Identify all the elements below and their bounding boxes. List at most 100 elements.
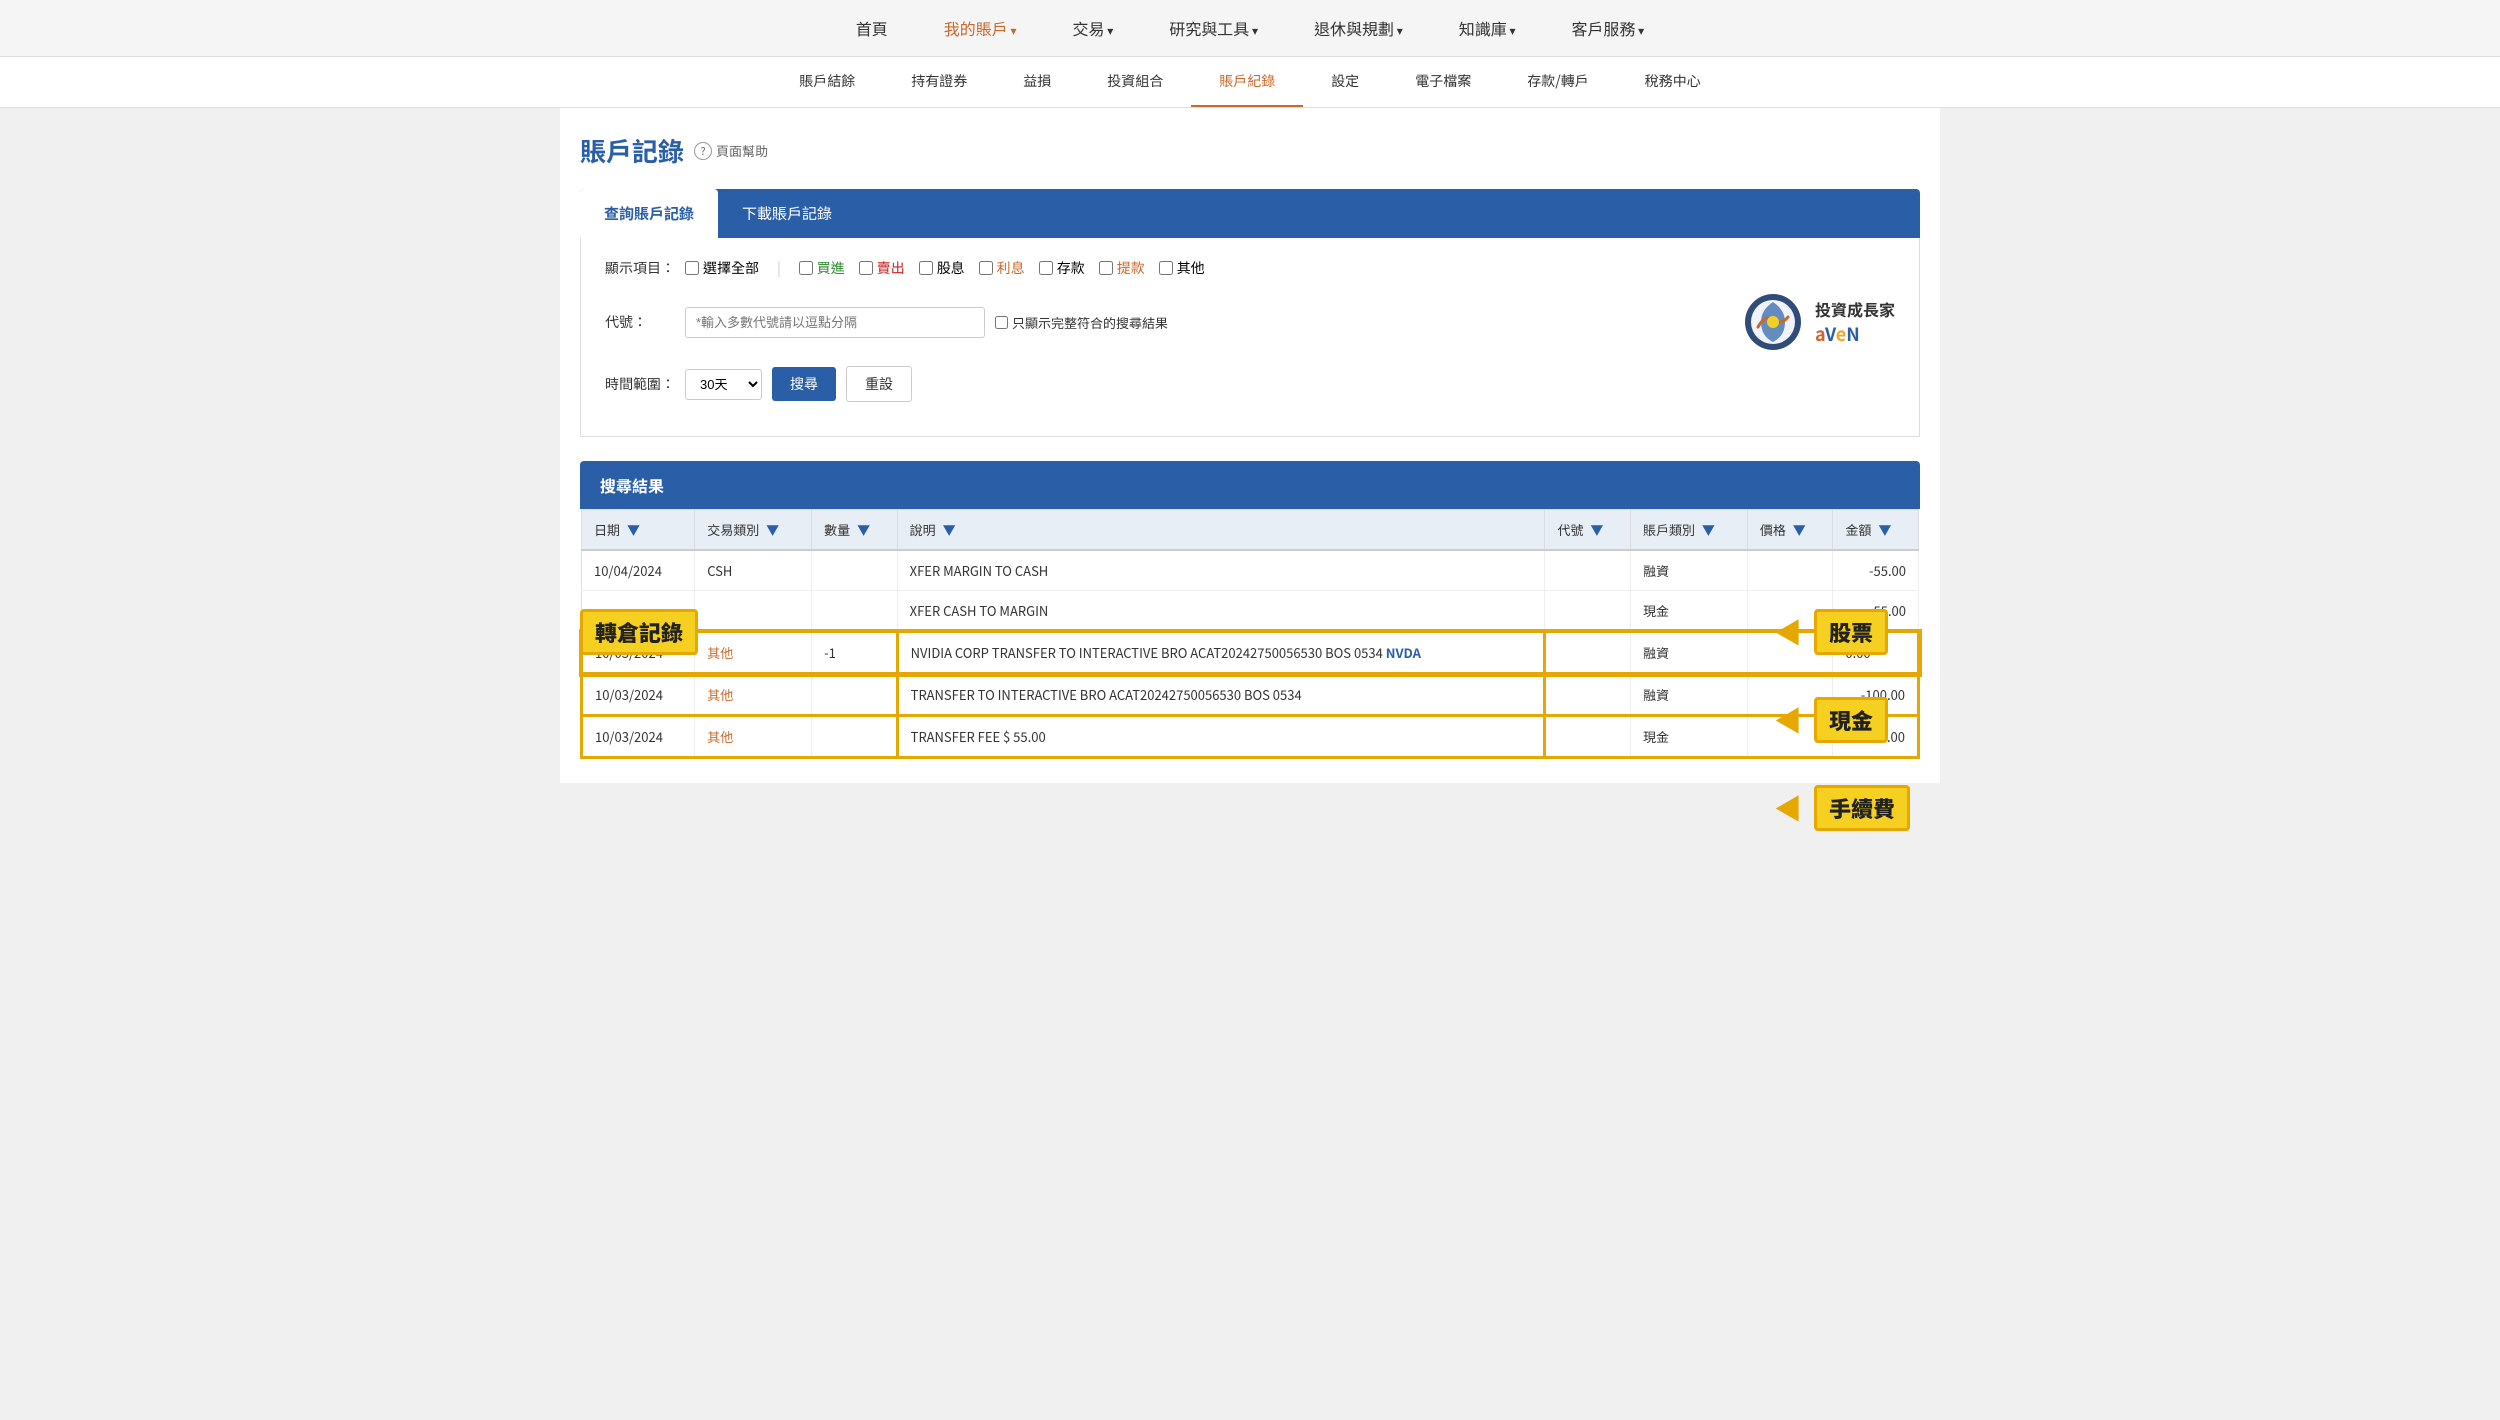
td-price [1747,550,1833,591]
table-row: 10/03/2024 其他 -1 NVIDIA CORP TRANSFER TO… [582,632,1919,674]
subnav-edocs[interactable]: 電子檔案 [1387,57,1499,105]
cb-interest-input[interactable] [979,261,993,275]
top-navigation: 首頁 我的賬戶 交易 研究與工具 退休與規劃 知識庫 客戶服務 [0,0,2500,57]
cb-buy-input[interactable] [799,261,813,275]
ann-fee-row: ◀ 手續費 [1774,785,1910,831]
help-icon[interactable]: ? [694,142,712,160]
exact-match-input[interactable] [995,316,1008,329]
sort-price-icon[interactable]: ▼ [1793,520,1806,539]
ann-stock-row: ◀ 股票 [1774,609,1910,655]
th-date[interactable]: 日期 ▼ [582,510,695,551]
th-date-label: 日期 [594,520,620,539]
cb-dividend-label: 股息 [937,258,965,278]
subnav-history[interactable]: 賬戶紀錄 [1191,57,1303,107]
subnav-settings[interactable]: 設定 [1303,57,1387,105]
cb-other-input[interactable] [1159,261,1173,275]
nav-myaccount[interactable]: 我的賬戶 [916,0,1045,56]
td-ticker [1545,632,1631,674]
th-type[interactable]: 交易類別 ▼ [695,510,812,551]
cb-buy[interactable]: 買進 [799,258,845,278]
cb-deposit[interactable]: 存款 [1039,258,1085,278]
subnav-portfolio[interactable]: 投資組合 [1079,57,1191,105]
ticker-input[interactable] [685,307,985,338]
time-select[interactable]: 30天 60天 90天 180天 1年 [685,369,762,400]
subnav-gainloss[interactable]: 益損 [995,57,1079,105]
ann-cash-row: ◀ 現金 [1774,697,1910,743]
th-ticker[interactable]: 代號 ▼ [1545,510,1631,551]
th-actype[interactable]: 賬戶類別 ▼ [1630,510,1747,551]
tab-panel: 查詢賬戶記錄 下載賬戶記錄 [580,189,1920,238]
nav-home[interactable]: 首頁 [828,0,916,56]
search-button[interactable]: 搜尋 [772,367,836,401]
th-actype-label: 賬戶類別 [1643,520,1695,539]
logo-area: 投資成長家 aVeN [1743,292,1895,352]
cb-deposit-input[interactable] [1039,261,1053,275]
cb-sell-label: 賣出 [877,258,905,278]
nav-retirement[interactable]: 退休與規劃 [1286,0,1431,56]
subnav-holdings[interactable]: 持有證券 [883,57,995,105]
cb-withdraw-input[interactable] [1099,261,1113,275]
subnav-tax[interactable]: 稅務中心 [1617,57,1729,105]
cb-withdraw[interactable]: 提款 [1099,258,1145,278]
td-desc: TRANSFER TO INTERACTIVE BRO ACAT20242750… [897,674,1545,716]
th-amount-label: 金額 [1845,520,1871,539]
table-row: 10/04/2024 CSH XFER MARGIN TO CASH 融資 -5… [582,550,1919,591]
cb-dividend-input[interactable] [919,261,933,275]
exact-match-checkbox[interactable]: 只顯示完整符合的搜尋結果 [995,313,1168,332]
tab-query[interactable]: 查詢賬戶記錄 [580,189,718,238]
td-type [695,591,812,632]
cb-dividend[interactable]: 股息 [919,258,965,278]
sort-type-icon[interactable]: ▼ [766,520,779,539]
td-desc-text: NVIDIA CORP TRANSFER TO INTERACTIVE BRO … [911,643,1383,662]
subnav-transfer[interactable]: 存款/轉戶 [1499,57,1617,105]
td-ticker [1545,716,1631,758]
th-price[interactable]: 價格 ▼ [1747,510,1833,551]
page-title: 賬戶記錄 [580,132,684,169]
cb-sell-input[interactable] [859,261,873,275]
sort-qty-icon[interactable]: ▼ [857,520,870,539]
cb-all-input[interactable] [685,261,699,275]
cb-other[interactable]: 其他 [1159,258,1205,278]
cb-all[interactable]: 選擇全部 [685,258,759,278]
td-type: 其他 [695,674,812,716]
display-filter-row: 顯示項目： 選擇全部 | 買進 賣出 股息 [605,258,1895,278]
nav-trade[interactable]: 交易 [1045,0,1142,56]
results-title: 搜尋結果 [600,473,1900,497]
td-actype: 融資 [1630,632,1747,674]
th-ticker-label: 代號 [1557,520,1583,539]
nav-research[interactable]: 研究與工具 [1141,0,1286,56]
td-type: 其他 [695,632,812,674]
ann-transfer-block: 轉倉記錄 [580,609,698,655]
ticker-filter-row: 代號： 只顯示完整符合的搜尋結果 投資成長家 aVeN [605,292,1895,352]
sort-ticker-icon[interactable]: ▼ [1590,520,1603,539]
subnav-balance[interactable]: 賬戶結餘 [771,57,883,105]
sort-date-icon[interactable]: ▼ [627,520,640,539]
sort-actype-icon[interactable]: ▼ [1702,520,1715,539]
cb-interest[interactable]: 利息 [979,258,1025,278]
nav-knowledge[interactable]: 知識庫 [1431,0,1544,56]
table-header-row: 日期 ▼ 交易類別 ▼ 數量 ▼ 說明 ▼ [582,510,1919,551]
td-ticker [1545,591,1631,632]
sort-amount-icon[interactable]: ▼ [1878,520,1891,539]
ann-cash-arrow: ◀ [1774,706,1802,734]
nav-service[interactable]: 客戶服務 [1543,0,1672,56]
time-label: 時間範圍： [605,374,675,394]
th-type-label: 交易類別 [707,520,759,539]
th-price-label: 價格 [1760,520,1786,539]
tab-download[interactable]: 下載賬戶記錄 [718,189,856,238]
th-qty[interactable]: 數量 ▼ [812,510,898,551]
sort-desc-icon[interactable]: ▼ [943,520,956,539]
th-desc[interactable]: 說明 ▼ [897,510,1545,551]
ann-stock-arrow: ◀ [1774,618,1802,646]
cb-sell[interactable]: 賣出 [859,258,905,278]
td-actype: 現金 [1630,591,1747,632]
td-amount: -55.00 [1833,550,1919,591]
ann-fee-label: 手續費 [1814,785,1910,831]
reset-button[interactable]: 重設 [846,366,912,402]
td-desc: XFER CASH TO MARGIN [897,591,1545,632]
page-help-link[interactable]: ? 頁面幫助 [694,141,768,160]
th-amount[interactable]: 金額 ▼ [1833,510,1919,551]
results-section: 搜尋結果 轉倉記錄 ◀ 股票 ◀ 現金 ◀ 手續費 [580,461,1920,759]
td-date: 10/03/2024 [582,716,695,758]
td-ticker-badge: NVDA [1386,643,1421,662]
